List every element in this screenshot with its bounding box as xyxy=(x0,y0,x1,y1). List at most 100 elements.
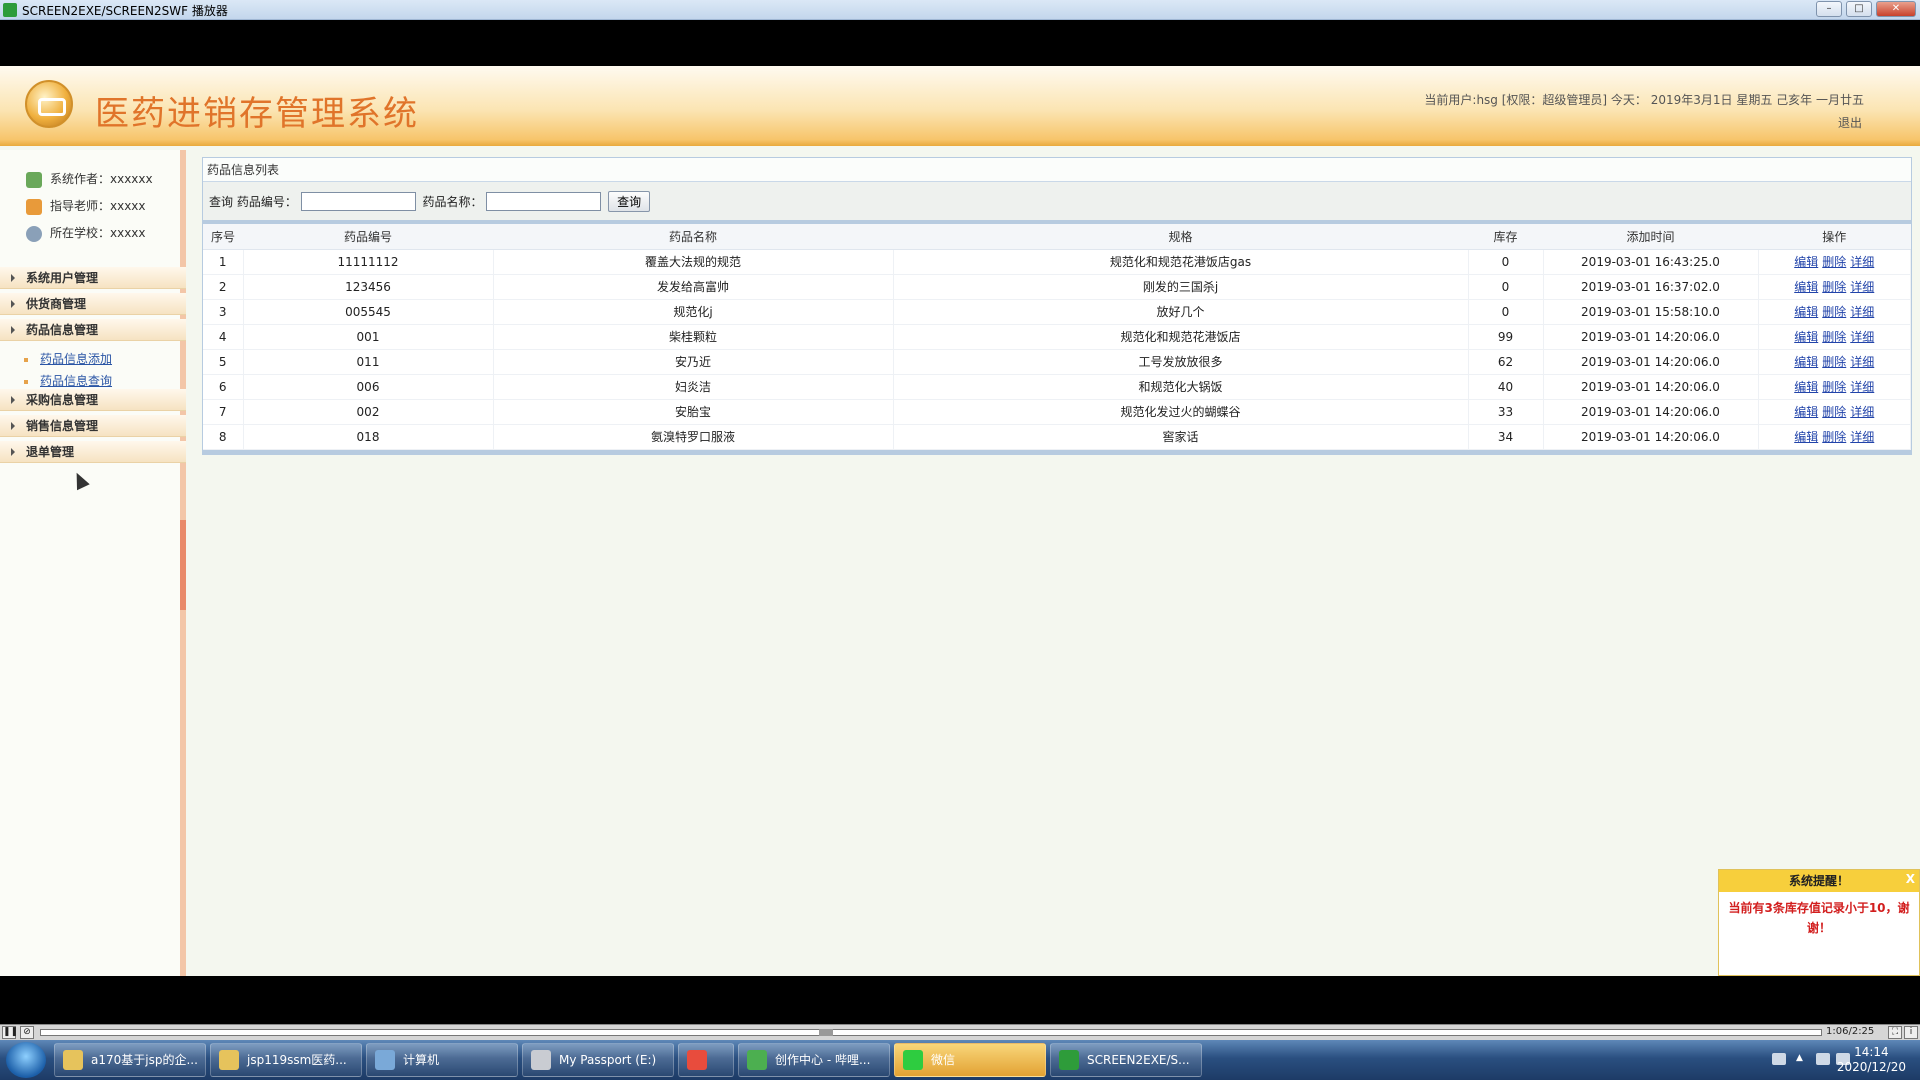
taskbar-item[interactable]: 创作中心 - 哔哩... xyxy=(738,1043,890,1077)
col-header-actions: 操作 xyxy=(1758,224,1911,250)
taskbar-item[interactable]: 计算机 xyxy=(366,1043,518,1077)
detail-link[interactable]: 详细 xyxy=(1850,405,1874,419)
menu-returns[interactable]: 退单管理 xyxy=(0,441,186,463)
keyboard-icon[interactable] xyxy=(1772,1053,1786,1065)
submenu-drug-query[interactable]: 药品信息查询 xyxy=(24,372,112,389)
menu-drug-info[interactable]: 药品信息管理 xyxy=(0,319,186,341)
edit-link[interactable]: 编辑 xyxy=(1794,380,1818,394)
logout-link[interactable]: 退出 xyxy=(1838,114,1862,131)
edit-link[interactable]: 编辑 xyxy=(1794,255,1818,269)
app-icon xyxy=(3,3,17,17)
maximize-button[interactable]: □ xyxy=(1846,1,1872,17)
row-no-cell: 8 xyxy=(203,424,244,450)
sidebar: 系统作者：xxxxxx 指导老师：xxxxx 所在学校：xxxxx 系统用户管理… xyxy=(0,150,186,976)
drug-spec-cell: 工号发放放很多 xyxy=(893,349,1469,375)
volume-icon[interactable] xyxy=(1816,1053,1830,1065)
delete-link[interactable]: 删除 xyxy=(1822,255,1846,269)
chrome-icon xyxy=(747,1050,767,1070)
drug-code-cell: 006 xyxy=(243,374,494,400)
added-time-cell: 2019-03-01 14:20:06.0 xyxy=(1543,424,1759,450)
drug-name-input[interactable] xyxy=(486,192,602,211)
edit-link[interactable]: 编辑 xyxy=(1794,355,1818,369)
row-no-cell: 4 xyxy=(203,324,244,350)
row-no-cell: 2 xyxy=(203,274,244,300)
notice-close-button[interactable]: X xyxy=(1906,872,1915,886)
detail-link[interactable]: 详细 xyxy=(1850,430,1874,444)
delete-link[interactable]: 删除 xyxy=(1822,280,1846,294)
added-time-cell: 2019-03-01 16:43:25.0 xyxy=(1543,249,1759,275)
drug-stock-cell: 0 xyxy=(1468,274,1544,300)
actions-cell: 编辑 删除 详细 xyxy=(1758,299,1911,325)
table-body: 1 11111112 覆盖大法规的规范 规范化和规范花港饭店gas 0 2019-03-0… xyxy=(203,249,1911,450)
clock-date: 2020/12/20 xyxy=(1836,1060,1906,1074)
bullet-icon xyxy=(24,357,28,362)
computer-icon xyxy=(375,1050,395,1070)
drug-name-cell: 氨溴特罗口服液 xyxy=(493,424,894,450)
wechat-icon xyxy=(903,1050,923,1070)
menu-sales[interactable]: 销售信息管理 xyxy=(0,415,186,437)
taskbar-item[interactable] xyxy=(678,1043,734,1077)
progress-track[interactable] xyxy=(40,1029,1822,1036)
query-button[interactable]: 查询 xyxy=(608,191,651,212)
taskbar-item[interactable]: SCREEN2EXE/S... xyxy=(1050,1043,1202,1077)
table-row: 6 006 妇炎洁 和规范化大锅饭 40 2019-03-01 14:20:06.0 编辑删… xyxy=(203,374,1911,400)
drug-spec-cell: 规范化和规范花港饭店 xyxy=(893,324,1469,350)
taskbar-item[interactable]: 微信 xyxy=(894,1043,1046,1077)
info-icon[interactable]: i xyxy=(1904,1026,1918,1039)
pause-icon[interactable]: ❚❚ xyxy=(2,1026,18,1039)
fullscreen-icon[interactable]: ⛶ xyxy=(1888,1026,1902,1039)
delete-link[interactable]: 删除 xyxy=(1822,305,1846,319)
edit-link[interactable]: 编辑 xyxy=(1794,330,1818,344)
drug-name-cell: 妇炎洁 xyxy=(493,374,894,400)
taskbar-item[interactable]: My Passport (E:) xyxy=(522,1043,674,1077)
edit-link[interactable]: 编辑 xyxy=(1794,280,1818,294)
minimize-button[interactable]: – xyxy=(1816,1,1842,17)
school-icon xyxy=(26,225,42,242)
menu-suppliers[interactable]: 供货商管理 xyxy=(0,293,186,315)
start-button[interactable] xyxy=(6,1042,46,1078)
delete-link[interactable]: 删除 xyxy=(1822,355,1846,369)
triangle-right-icon xyxy=(11,300,15,308)
detail-link[interactable]: 详细 xyxy=(1850,380,1874,394)
close-button[interactable]: ✕ xyxy=(1876,1,1916,17)
delete-link[interactable]: 删除 xyxy=(1822,380,1846,394)
taskbar-item[interactable]: jsp119ssm医药... xyxy=(210,1043,362,1077)
drug-spec-cell: 和规范化大锅饭 xyxy=(893,374,1469,400)
delete-link[interactable]: 删除 xyxy=(1822,430,1846,444)
taskbar-item[interactable]: a170基于jsp的企... xyxy=(54,1043,206,1077)
detail-link[interactable]: 详细 xyxy=(1850,330,1874,344)
triangle-right-icon xyxy=(11,396,15,404)
edit-link[interactable]: 编辑 xyxy=(1794,430,1818,444)
detail-link[interactable]: 详细 xyxy=(1850,355,1874,369)
submenu-drug-add[interactable]: 药品信息添加 xyxy=(24,350,112,367)
detail-link[interactable]: 详细 xyxy=(1850,280,1874,294)
detail-link[interactable]: 详细 xyxy=(1850,255,1874,269)
taskbar-item-label: 创作中心 - 哔哩... xyxy=(775,1053,871,1067)
drug-code-input[interactable] xyxy=(300,192,416,211)
drug-name-cell: 安胎宝 xyxy=(493,399,894,425)
menu-system-users[interactable]: 系统用户管理 xyxy=(0,267,186,289)
tray-expand-icon[interactable]: ▲ xyxy=(1796,1053,1810,1065)
row-no-cell: 5 xyxy=(203,349,244,375)
delete-link[interactable]: 删除 xyxy=(1822,330,1846,344)
drive-icon xyxy=(531,1050,551,1070)
clock[interactable]: 14:14 2020/12/20 xyxy=(1837,1045,1906,1075)
drug-spec-cell: 刚发的三国杀j xyxy=(893,274,1469,300)
drug-code-cell: 123456 xyxy=(243,274,494,300)
window-title: SCREEN2EXE/SCREEN2SWF 播放器 xyxy=(22,4,228,18)
drug-spec-cell: 规范化发过火的蝴蝶谷 xyxy=(893,399,1469,425)
edit-link[interactable]: 编辑 xyxy=(1794,405,1818,419)
playback-time: 1:06/2:25 xyxy=(1826,1026,1875,1037)
delete-link[interactable]: 删除 xyxy=(1822,405,1846,419)
stop-icon[interactable]: ⊘ xyxy=(20,1026,34,1039)
clock-time: 14:14 xyxy=(1854,1045,1889,1059)
sidebar-splitter[interactable] xyxy=(180,520,186,610)
progress-thumb[interactable] xyxy=(818,1029,833,1036)
detail-link[interactable]: 详细 xyxy=(1850,305,1874,319)
col-header-code: 药品编号 xyxy=(243,224,493,250)
actions-cell: 编辑 删除 详细 xyxy=(1758,324,1911,350)
menu-purchase[interactable]: 采购信息管理 xyxy=(0,389,186,411)
drug-name-cell: 规范化j xyxy=(493,299,894,325)
actions-cell: 编辑 删除 详细 xyxy=(1758,399,1911,425)
edit-link[interactable]: 编辑 xyxy=(1794,305,1818,319)
